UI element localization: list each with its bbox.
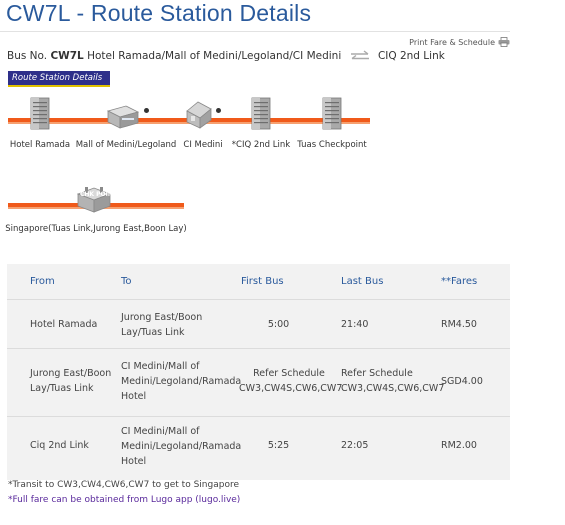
cell-first-bus: Refer Schedule CW3,CW4S,CW6,CW7 [239,368,343,394]
cell-from: Jurong East/Boon Lay/Tuas Link [30,368,112,394]
cell-first-bus: 5:25 [267,440,290,451]
row-divider [7,299,510,300]
transit-footnote: *Transit to CW3,CW4,CW6,CW7 to get to Si… [8,480,239,490]
cell-fare: RM4.50 [441,319,477,330]
row-divider [7,416,510,417]
cell-first-bus: 5:00 [267,319,290,330]
row-divider [7,348,510,349]
header-fares: **Fares [441,276,478,287]
checkpoint-icon [76,187,112,213]
route-destination: CIQ 2nd Link [377,50,445,62]
bus-route-summary: Bus No. CW7L Hotel Ramada/Mall of Medini… [7,50,445,62]
building-icon [251,97,271,130]
cell-last-bus: 21:40 [341,319,369,330]
station-label-tuas-checkpoint[interactable]: Tuas Checkpoint [297,140,366,150]
cell-last-bus: Refer Schedule CW3,CW4S,CW6,CW7 [341,368,445,394]
cell-to: Jurong East/Boon Lay/Tuas Link [121,312,203,338]
station-label-ciq-2nd-link[interactable]: *CIQ 2nd Link [232,140,290,150]
printer-icon[interactable] [498,37,510,47]
route-origin: Hotel Ramada/Mall of Medini/Legoland/CI … [87,50,342,62]
house-icon [186,101,212,129]
bus-code: CW7L [50,50,84,62]
fare-schedule-table: From To First Bus Last Bus **Fares Hotel… [7,264,510,480]
swap-direction-icon[interactable] [349,50,371,62]
fare-footnote: *Full fare can be obtained from Lugo app… [8,495,241,505]
route-station-details-tab[interactable]: Route Station Details [8,71,110,87]
header-last-bus: Last Bus [341,276,384,287]
mall-icon [106,105,140,129]
print-fare-schedule-link[interactable]: Print Fare & Schedule [409,38,495,47]
cell-to: CI Medini/Mall of Medini/Legoland/Ramada… [121,361,242,402]
header-first-bus: First Bus [241,276,284,287]
cell-fare: SGD4.00 [441,376,483,387]
cell-from: Hotel Ramada [30,319,98,330]
bus-number-label: Bus No. [7,50,48,62]
checkpoint-sign: CHK POINT [80,191,118,198]
station-dot [216,108,221,113]
building-icon [322,97,342,130]
building-icon [30,97,50,130]
cell-fare: RM2.00 [441,440,477,451]
header-to: To [121,276,132,287]
header-from: From [30,276,55,287]
page-title: CW7L - Route Station Details [6,0,312,26]
station-label-hotel-ramada[interactable]: Hotel Ramada [10,140,70,150]
cell-to: CI Medini/Mall of Medini/Legoland/Ramada… [121,426,242,467]
station-dot [144,108,149,113]
station-label-ci-medini[interactable]: CI Medini [183,140,222,150]
station-label-singapore[interactable]: Singapore(Tuas Link,Jurong East,Boon Lay… [5,224,186,234]
cell-last-bus: 22:05 [341,440,369,451]
title-divider [0,31,510,32]
station-label-mall-of-medini[interactable]: Mall of Medini/Legoland [76,140,177,150]
cell-from: Ciq 2nd Link [30,440,89,451]
